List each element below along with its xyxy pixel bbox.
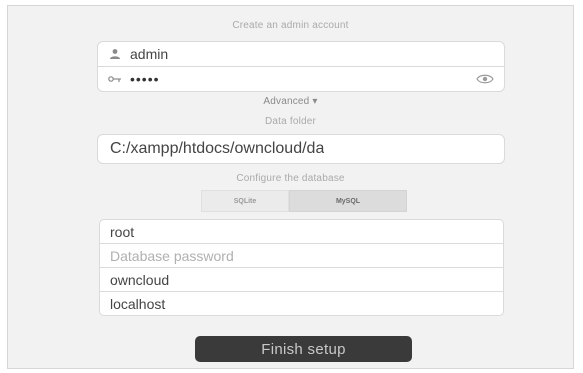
- key-icon: [104, 75, 126, 83]
- database-name-input[interactable]: owncloud: [99, 267, 504, 292]
- data-folder-value: C:/xampp/htdocs/owncloud/da: [110, 140, 325, 157]
- user-icon: [104, 48, 126, 60]
- admin-username-value: admin: [130, 46, 169, 62]
- sqlite-option[interactable]: SQLite: [201, 190, 289, 212]
- database-password-input[interactable]: Database password: [99, 243, 504, 268]
- database-name-value: owncloud: [110, 271, 170, 288]
- database-user-value: root: [110, 223, 135, 240]
- eye-icon[interactable]: [476, 73, 494, 85]
- advanced-toggle[interactable]: Advanced ▾: [8, 96, 573, 107]
- database-host-input[interactable]: localhost: [99, 291, 504, 316]
- database-user-input[interactable]: root: [99, 219, 504, 244]
- setup-panel: Create an admin account admin ••••• Adva…: [7, 5, 574, 369]
- configure-database-label: Configure the database: [236, 173, 345, 184]
- database-host-value: localhost: [110, 295, 166, 312]
- mysql-option[interactable]: MySQL: [289, 190, 407, 212]
- data-folder-input[interactable]: C:/xampp/htdocs/owncloud/da: [97, 134, 505, 164]
- finish-setup-button[interactable]: Finish setup: [195, 336, 412, 362]
- admin-password-value: •••••: [130, 71, 160, 87]
- data-folder-label: Data folder: [264, 116, 317, 127]
- page-title: Create an admin account: [232, 20, 349, 31]
- admin-username-field[interactable]: admin: [97, 41, 505, 67]
- database-password-placeholder: Database password: [110, 247, 234, 264]
- admin-password-field[interactable]: •••••: [97, 66, 505, 92]
